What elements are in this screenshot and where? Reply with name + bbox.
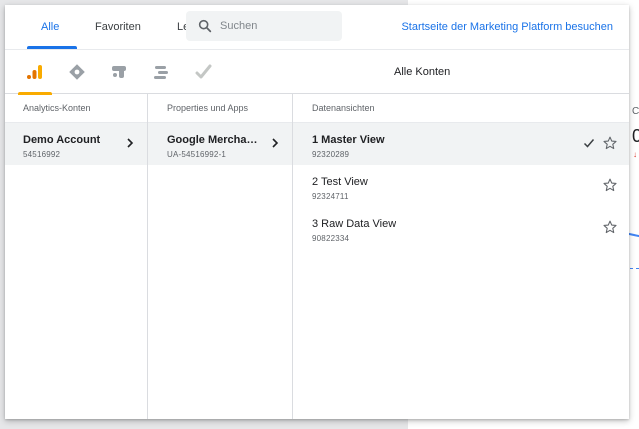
background-metric-fragment: 0 xyxy=(632,126,639,146)
view-name: 1 Master View xyxy=(312,134,385,146)
product-data-studio[interactable] xyxy=(145,50,177,94)
background-trend-arrow: ↓ xyxy=(633,150,637,159)
product-analytics[interactable] xyxy=(19,50,51,94)
chevron-right-icon xyxy=(272,138,279,148)
account-row[interactable]: Demo Account 54516992 xyxy=(5,123,147,165)
account-picker-panel: Alle Favoriten Le Startseite der Marketi… xyxy=(5,5,629,419)
background-text-fragment: C xyxy=(632,106,639,117)
view-name: 3 Raw Data View xyxy=(312,218,397,230)
account-id: 54516992 xyxy=(23,150,61,159)
tab-favorites[interactable]: Favoriten xyxy=(95,5,141,49)
column-header-accounts: Analytics-Konten xyxy=(5,94,147,123)
star-icon[interactable] xyxy=(602,135,618,151)
star-icon[interactable] xyxy=(602,219,618,235)
search-box[interactable] xyxy=(186,11,342,41)
column-header-views: Datenansichten xyxy=(293,94,629,123)
property-name: Google Merchand… xyxy=(167,134,263,146)
marketing-platform-home-link[interactable]: Startseite der Marketing Platform besuch… xyxy=(401,5,613,49)
checkmark-icon xyxy=(583,139,595,148)
product-optimize[interactable] xyxy=(103,50,135,94)
data-studio-icon xyxy=(154,66,168,79)
column-header-properties: Properties und Apps xyxy=(148,94,292,123)
chevron-right-icon xyxy=(127,138,134,148)
view-row[interactable]: 2 Test View 92324711 xyxy=(293,165,629,207)
tag-manager-icon xyxy=(69,64,85,80)
analytics-icon xyxy=(27,65,42,79)
view-row[interactable]: 3 Raw Data View 90822334 xyxy=(293,207,629,249)
view-id: 92324711 xyxy=(312,192,349,201)
product-switcher: Alle Konten xyxy=(5,49,629,95)
product-surveys[interactable] xyxy=(187,50,219,94)
tab-all[interactable]: Alle xyxy=(41,5,59,49)
view-name: 2 Test View xyxy=(312,176,368,188)
search-icon xyxy=(198,19,212,33)
background-chart-dashed-line xyxy=(630,268,639,269)
view-id: 92320289 xyxy=(312,150,350,159)
picker-header: Alle Favoriten Le Startseite der Marketi… xyxy=(5,5,629,49)
product-tag-manager[interactable] xyxy=(61,50,93,94)
view-row[interactable]: 1 Master View 92320289 xyxy=(293,123,629,165)
star-icon[interactable] xyxy=(602,177,618,193)
scope-label: Alle Konten xyxy=(394,66,451,78)
search-input[interactable] xyxy=(220,11,338,41)
view-id: 90822334 xyxy=(312,234,350,243)
property-row[interactable]: Google Merchand… UA-54516992-1 xyxy=(148,123,292,165)
accounts-column: Analytics-Konten Demo Account 54516992 xyxy=(5,94,148,419)
views-column: Datenansichten 1 Master View 92320289 2 … xyxy=(293,94,629,419)
surveys-icon xyxy=(195,64,212,79)
optimize-icon xyxy=(112,66,126,78)
account-name: Demo Account xyxy=(23,134,101,146)
property-id: UA-54516992-1 xyxy=(167,150,227,159)
properties-column: Properties und Apps Google Merchand… UA-… xyxy=(148,94,293,419)
